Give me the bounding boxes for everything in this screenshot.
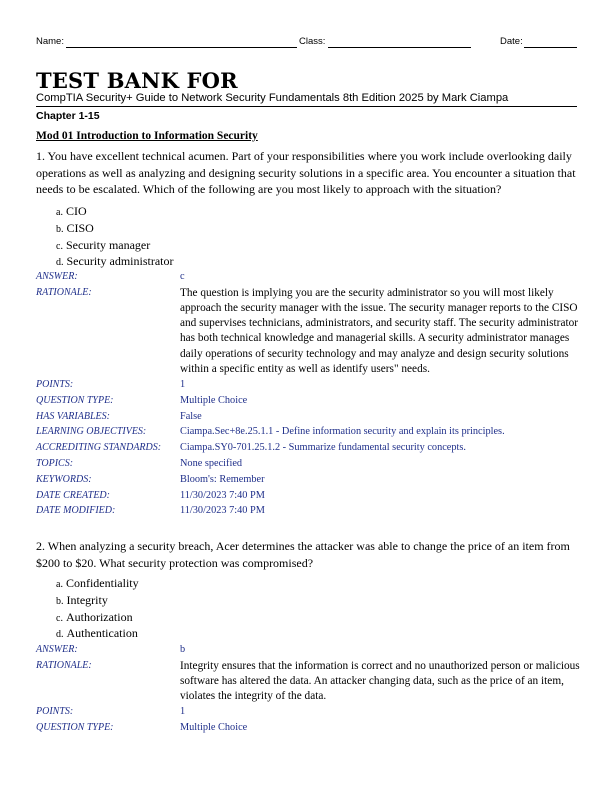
meta-row-points: POINTS: 1 <box>36 704 581 720</box>
option-text: Integrity <box>66 592 108 607</box>
module-heading: Mod 01 Introduction to Information Secur… <box>36 130 258 142</box>
question-2-text: 2. When analyzing a security breach, Ace… <box>36 539 570 570</box>
meta-row-date-modified: DATE MODIFIED: 11/30/2023 7:40 PM <box>36 503 581 519</box>
meta-key: HAS VARIABLES: <box>36 410 110 422</box>
meta-row-answer: ANSWER: b <box>36 642 581 658</box>
chapter-label: Chapter 1-15 <box>36 110 100 122</box>
meta-row-learning-objectives: LEARNING OBJECTIVES: Ciampa.Sec+8e.25.1.1… <box>36 424 581 440</box>
meta-value: 1 <box>180 706 186 718</box>
meta-value: False <box>180 410 202 422</box>
meta-value: Multiple Choice <box>180 394 248 406</box>
option-letter: b. <box>56 595 64 607</box>
option-c: c. Authorization <box>56 609 139 626</box>
meta-key: DATE CREATED: <box>36 489 110 501</box>
meta-row-has-variables: HAS VARIABLES: False <box>36 409 581 425</box>
meta-value: Integrity ensures that the information i… <box>180 659 580 703</box>
option-letter: c. <box>56 240 63 252</box>
meta-value: The question is implying you are the sec… <box>180 286 579 375</box>
meta-key: RATIONALE: <box>36 659 92 671</box>
meta-key: ANSWER: <box>36 271 78 282</box>
meta-row-answer: ANSWER: c <box>36 269 581 285</box>
date-label: Date: <box>500 36 523 47</box>
option-a: a. CIO <box>56 203 173 220</box>
option-d: d. Authentication <box>56 625 139 642</box>
meta-row-question-type: QUESTION TYPE: Multiple Choice <box>36 720 581 736</box>
meta-row-points: POINTS: 1 <box>36 377 581 393</box>
option-letter: d. <box>56 257 64 269</box>
document-subtitle: CompTIA Security+ Guide to Network Secur… <box>36 92 509 104</box>
meta-key: ANSWER: <box>36 644 78 655</box>
meta-value: 11/30/2023 7:40 PM <box>180 505 265 517</box>
class-label: Class: <box>299 36 326 47</box>
option-text: Security administrator <box>66 254 174 269</box>
option-text: Confidentiality <box>65 576 139 590</box>
question-1-options: a. CIO b. CISO c. Security manager d. Securi… <box>56 203 173 270</box>
option-b: b. CISO <box>56 220 173 237</box>
option-letter: a. <box>56 207 63 218</box>
meta-row-topics: TOPICS: None specified <box>36 456 581 472</box>
meta-value: 1 <box>180 379 186 391</box>
meta-value: None specified <box>180 458 243 469</box>
meta-value: Bloom's: Remember <box>180 473 265 485</box>
meta-row-question-type: QUESTION TYPE: Multiple Choice <box>36 393 581 409</box>
meta-value: 11/30/2023 7:40 PM <box>180 489 265 501</box>
student-info-row: Name: Class: Date: <box>36 36 577 50</box>
option-text: Authorization <box>65 609 133 624</box>
option-c: c. Security manager <box>56 237 173 254</box>
option-text: Authentication <box>66 626 138 641</box>
option-letter: d. <box>56 629 64 641</box>
option-letter: b. <box>56 223 64 235</box>
meta-key: LEARNING OBJECTIVES: <box>36 426 147 438</box>
option-a: a. Confidentiality <box>56 575 139 592</box>
meta-key: DATE MODIFIED: <box>36 505 116 517</box>
meta-key: KEYWORDS: <box>36 473 92 485</box>
meta-key: TOPICS: <box>36 458 74 469</box>
name-label: Name: <box>36 36 64 47</box>
name-field[interactable] <box>66 47 297 48</box>
meta-row-keywords: KEYWORDS: Bloom's: Remember <box>36 472 581 488</box>
question-1-text: 1. You have excellent technical acumen. … <box>36 149 576 196</box>
meta-key: ACCREDITING STANDARDS: <box>36 442 162 454</box>
meta-value: b <box>180 644 186 655</box>
class-field[interactable] <box>328 47 471 48</box>
meta-row-accrediting-standards: ACCREDITING STANDARDS: Ciampa.SY0-701.25.… <box>36 440 581 456</box>
meta-value: Ciampa.Sec+8e.25.1.1 - Define informatio… <box>180 426 505 438</box>
meta-value: Multiple Choice <box>180 722 248 734</box>
meta-key: POINTS: <box>36 379 74 391</box>
meta-value: Ciampa.SY0-701.25.1.2 - Summarize fundam… <box>180 442 466 454</box>
meta-key: RATIONALE: <box>36 286 92 298</box>
question-2-options: a. Confidentiality b. Integrity c. Authoriz… <box>56 575 139 642</box>
meta-row-rationale: RATIONALE: Integrity ensures that the inf… <box>36 658 581 705</box>
option-b: b. Integrity <box>56 592 139 609</box>
option-letter: c. <box>56 612 63 624</box>
date-field[interactable] <box>524 47 577 48</box>
meta-row-date-created: DATE CREATED: 11/30/2023 7:40 PM <box>36 488 581 504</box>
meta-key: QUESTION TYPE: <box>36 394 114 406</box>
meta-row-rationale: RATIONALE: The question is implying you a… <box>36 285 581 377</box>
meta-key: QUESTION TYPE: <box>36 722 114 734</box>
option-letter: a. <box>56 579 63 590</box>
option-text: CIO <box>65 204 87 218</box>
meta-value: c <box>180 271 185 282</box>
option-d: d. Security administrator <box>56 253 173 270</box>
document-title: TEST BANK FOR <box>36 68 238 93</box>
question-2-metadata: ANSWER: b RATIONALE: Integrity ensures tha… <box>36 642 581 736</box>
option-text: CISO <box>66 220 94 235</box>
meta-key: POINTS: <box>36 706 74 718</box>
question-1-metadata: ANSWER: c RATIONALE: The question is imply… <box>36 269 581 519</box>
option-text: Security manager <box>65 237 151 252</box>
title-divider <box>36 106 577 107</box>
